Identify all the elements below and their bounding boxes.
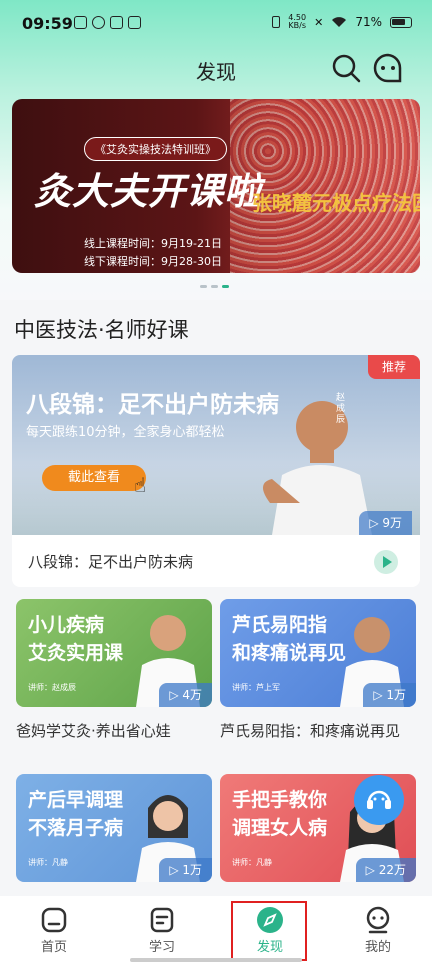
page-title: 发现 (196, 60, 236, 84)
card-caption[interactable]: 芦氏易阳指：和疼痛说再见 (220, 720, 416, 742)
notification-icon (92, 16, 105, 29)
net-speed-unit: KB/s (288, 21, 306, 30)
home-indicator (130, 958, 302, 962)
section-title: 中医技法·名师好课 (14, 318, 189, 342)
card-title: 小儿疾病 艾灸实用课 (28, 611, 123, 667)
card-teacher: 讲师：赵成辰 (28, 683, 76, 692)
promo-banner[interactable]: 《艾灸实操技法特训班》 灸大夫开课啦 张晓麓元极点疗法国际培 线上课程时间：9月… (12, 99, 420, 273)
featured-course[interactable]: 八段锦：足不出户防未病 每天跟练10分钟，全家身心都轻松 截此查看 ☝ 赵成辰 … (12, 355, 420, 587)
card-title-line: 产后早调理 (28, 789, 124, 811)
status-notification-icons (74, 16, 141, 29)
pointer-hand-icon: ☝ (134, 473, 147, 497)
featured-image: 八段锦：足不出户防未病 每天跟练10分钟，全家身心都轻松 截此查看 ☝ 赵成辰 … (12, 355, 420, 535)
play-icon[interactable] (374, 550, 398, 574)
bottom-tab-bar: 首页 学习 发现 我的 (0, 896, 432, 964)
battery-text: 71% (355, 15, 382, 29)
status-bar: 09:59 4.50 KB/s ✕ 71% (0, 0, 432, 44)
featured-title: 八段锦：足不出户防未病 (26, 392, 279, 418)
tab-home[interactable]: 首页 (0, 896, 108, 956)
card-title-line: 和疼痛说再见 (232, 642, 347, 664)
banner-badge: 《艾灸实操技法特训班》 (84, 137, 227, 161)
chat-icon[interactable] (372, 52, 404, 84)
wifi-icon (332, 17, 347, 27)
course-card[interactable]: 产后早调理 不落月子病 讲师：凡静 ▷ 1万 (16, 774, 212, 882)
card-title: 手把手教你 调理女人病 (232, 786, 327, 842)
pager-dot-active (222, 285, 229, 288)
tab-label: 学习 (148, 940, 175, 955)
banner-online-schedule: 线上课程时间：9月19-21日 (84, 237, 222, 250)
featured-subtitle: 每天跟练10分钟，全家身心都轻松 (26, 425, 225, 440)
card-views: ▷ 4万 (159, 683, 212, 707)
course-card[interactable]: 芦氏易阳指 和疼痛说再见 讲师：芦上军 ▷ 1万 (220, 599, 416, 707)
tab-profile[interactable]: 我的 (324, 896, 432, 956)
card-caption[interactable]: 爸妈学艾灸·养出省心娃 (16, 720, 212, 742)
card-views: ▷ 22万 (355, 858, 416, 882)
card-title-line: 艾灸实用课 (28, 642, 124, 664)
notification-icon (74, 16, 87, 29)
featured-caption: 八段锦：足不出户防未病 (28, 553, 194, 571)
search-icon[interactable] (330, 52, 362, 84)
card-views: ▷ 1万 (363, 683, 416, 707)
banner-side-text: 张晓麓元极点疗法国际培 (252, 191, 420, 215)
card-teacher: 讲师：凡静 (232, 858, 272, 867)
net-speed: 4.50 KB/s (288, 14, 306, 30)
presenter-name: 赵成辰 (336, 393, 346, 425)
card-views: ▷ 1万 (159, 858, 212, 882)
home-icon (41, 907, 67, 933)
featured-cta-button[interactable]: 截此查看 (42, 465, 146, 491)
study-icon (150, 907, 174, 933)
headset-icon (367, 790, 391, 809)
card-title-line: 芦氏易阳指 (232, 614, 328, 636)
vibrate-icon (272, 16, 281, 28)
featured-views: ▷ 9万 (359, 511, 412, 535)
battery-icon (390, 16, 412, 28)
recommend-tag: 推荐 (368, 355, 420, 379)
card-title: 产后早调理 不落月子病 (28, 786, 123, 842)
course-card[interactable]: 小儿疾病 艾灸实用课 讲师：赵成辰 ▷ 4万 (16, 599, 212, 707)
banner-pager (200, 285, 229, 288)
tab-label: 首页 (40, 940, 67, 955)
notification-icon (110, 16, 123, 29)
status-time: 09:59 (22, 14, 73, 33)
customer-service-button[interactable] (354, 775, 404, 825)
tab-label: 我的 (364, 940, 391, 955)
card-title-line: 不落月子病 (28, 817, 124, 839)
card-title-line: 手把手教你 (232, 789, 328, 811)
banner-offline-schedule: 线下课程时间：9月28-30日 (84, 255, 222, 268)
card-title: 芦氏易阳指 和疼痛说再见 (232, 611, 346, 667)
active-tab-highlight (231, 901, 307, 961)
pager-dot (211, 285, 218, 288)
notification-icon (128, 16, 141, 29)
banner-headline: 灸大夫开课啦 (34, 170, 262, 213)
profile-icon (366, 906, 390, 934)
page-header: 发现 (0, 44, 432, 92)
card-teacher: 讲师：芦上军 (232, 683, 280, 692)
card-title-line: 调理女人病 (232, 817, 328, 839)
card-title-line: 小儿疾病 (28, 614, 105, 636)
tab-study[interactable]: 学习 (108, 896, 216, 956)
pager-dot (200, 285, 207, 288)
card-teacher: 讲师：凡静 (28, 858, 68, 867)
mobile-data-icon: ✕ (314, 15, 324, 29)
status-right: 4.50 KB/s ✕ 71% (272, 14, 412, 30)
